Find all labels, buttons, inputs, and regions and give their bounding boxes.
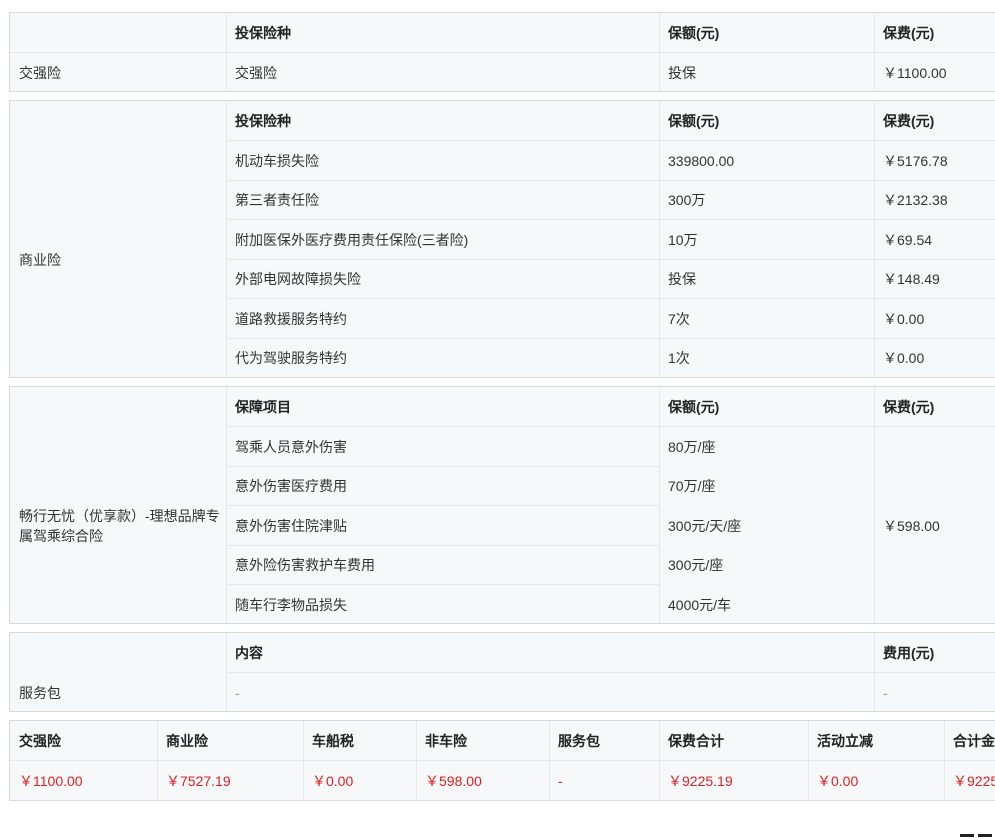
summary-value-grand-total: ￥9225.19 <box>953 773 995 789</box>
header-premium: 保费(元) <box>883 25 935 41</box>
row-amount: 70万/座 <box>668 478 716 494</box>
header-premium: 保费(元) <box>883 399 935 415</box>
service-fee: - <box>883 684 888 701</box>
compulsory-insurance-table: 投保险种 保额(元) 保费(元) 交强险 交强险 投保 ￥1100.00 <box>9 12 995 92</box>
summary-header-commercial: 商业险 <box>166 733 208 749</box>
summary-header-non-vehicle: 非车险 <box>425 733 467 749</box>
header-type: 投保险种 <box>235 25 291 41</box>
row-premium: ￥0.00 <box>883 310 925 327</box>
service-package-table: 内容 费用(元) 服务包 - - <box>9 632 995 712</box>
row-name: 驾乘人员意外伤害 <box>235 438 347 455</box>
summary-value-service: - <box>558 773 563 789</box>
summary-value-compulsory: ￥1100.00 <box>19 773 83 789</box>
row-name: 外部电网故障损失险 <box>235 271 361 287</box>
summary-header-premium-total: 保费合计 <box>668 733 724 749</box>
group-premium: ￥598.00 <box>883 517 940 534</box>
row-amount: 300万 <box>668 192 706 208</box>
header-type: 投保险种 <box>235 113 291 129</box>
row-premium: ￥5176.78 <box>883 152 948 169</box>
row-amount: 300元/座 <box>668 557 724 573</box>
group-label: 服务包 <box>19 684 61 701</box>
row-name: 机动车损失险 <box>235 152 319 169</box>
summary-value-premium-total: ￥9225.19 <box>668 773 733 789</box>
summary-header-compulsory: 交强险 <box>19 733 61 749</box>
row-name: 附加医保外医疗费用责任保险(三者险) <box>235 231 469 248</box>
header-amount: 保额(元) <box>668 25 720 41</box>
row-amount: 339800.00 <box>668 152 735 169</box>
summary-value-commercial: ￥7527.19 <box>166 773 231 789</box>
row-amount: 投保 <box>668 64 696 81</box>
menu-icon[interactable] <box>958 832 994 840</box>
row-premium: ￥1100.00 <box>883 64 947 81</box>
summary-value-discount: ￥0.00 <box>817 773 859 789</box>
summary-header-service: 服务包 <box>558 733 600 749</box>
row-name: 交强险 <box>235 64 277 81</box>
header-type: 保障项目 <box>235 399 291 415</box>
group-label: 商业险 <box>19 251 61 268</box>
summary-header-vehicle-tax: 车船税 <box>312 733 354 749</box>
row-premium: ￥148.49 <box>883 271 940 287</box>
row-amount: 10万 <box>668 231 698 248</box>
service-content: - <box>235 684 240 701</box>
summary-value-non-vehicle: ￥598.00 <box>425 773 482 789</box>
summary-header-grand-total: 合计金额 <box>953 733 995 749</box>
row-name: 随车行李物品损失 <box>235 596 347 613</box>
summary-header-discount: 活动立减 <box>817 733 873 749</box>
row-premium: ￥2132.38 <box>883 192 948 208</box>
premium-summary-table: 交强险 商业险 车船税 非车险 服务包 保费合计 活动立减 合计金额 ￥1100… <box>9 720 995 801</box>
row-amount: 7次 <box>668 310 690 327</box>
row-premium: ￥0.00 <box>883 350 925 366</box>
row-name: 意外伤害医疗费用 <box>235 478 347 494</box>
row-amount: 300元/天/座 <box>668 517 742 534</box>
row-name: 道路救援服务特约 <box>235 310 347 327</box>
row-premium: ￥69.54 <box>883 231 933 248</box>
header-fee: 费用(元) <box>883 645 935 661</box>
summary-value-vehicle-tax: ￥0.00 <box>312 773 354 789</box>
row-name: 代为驾驶服务特约 <box>235 350 347 366</box>
row-amount: 1次 <box>668 350 690 366</box>
group-label: 交强险 <box>19 64 61 81</box>
group-label: 畅行无忧（优享款）-理想品牌专属驾乘综合险 <box>19 507 220 544</box>
row-name: 意外险伤害救护车费用 <box>235 557 375 573</box>
row-amount: 80万/座 <box>668 438 716 455</box>
header-amount: 保额(元) <box>668 399 720 415</box>
row-name: 意外伤害住院津贴 <box>235 517 347 534</box>
row-name: 第三者责任险 <box>235 192 319 208</box>
commercial-insurance-table: 投保险种 保额(元) 保费(元) 商业险 机动车损失险 339800.00 ￥5… <box>9 100 995 378</box>
row-amount: 4000元/车 <box>668 596 732 613</box>
row-amount: 投保 <box>668 271 696 287</box>
header-content: 内容 <box>235 645 263 661</box>
header-amount: 保额(元) <box>668 113 720 129</box>
non-vehicle-insurance-table: 保障项目 保额(元) 保费(元) 畅行无忧（优享款）-理想品牌专属驾乘综合险 ￥… <box>9 386 995 624</box>
header-premium: 保费(元) <box>883 113 935 129</box>
